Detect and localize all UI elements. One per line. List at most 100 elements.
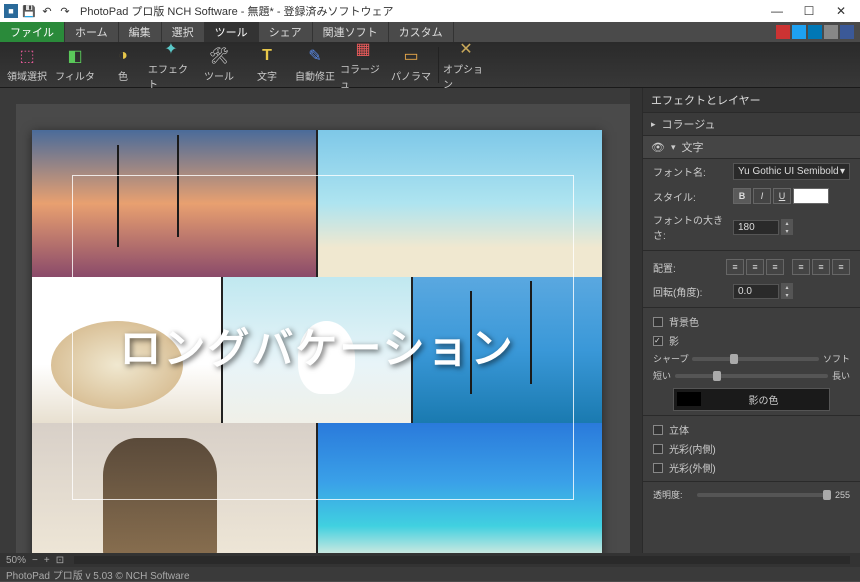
options-icon: ✕ [456, 39, 476, 59]
save-icon[interactable]: 💾 [22, 4, 36, 18]
shadow-checkbox-row[interactable]: 影 [643, 331, 860, 350]
valign-bottom-button[interactable]: ≡ [832, 259, 850, 275]
spin-down[interactable]: ▾ [781, 291, 793, 299]
group-collage[interactable]: ▸ コラージュ [643, 113, 860, 136]
valign-top-button[interactable]: ≡ [792, 259, 810, 275]
slider-max-label: 長い [832, 369, 850, 382]
glow-outer-checkbox-row[interactable]: 光彩(外側) [643, 458, 860, 477]
undo-icon[interactable]: ↶ [40, 4, 54, 18]
tool-options[interactable]: ✕オプション [443, 44, 489, 86]
font-name-label: フォント名: [653, 164, 727, 179]
font-size-input[interactable]: 180 [733, 220, 779, 235]
tab-home[interactable]: ホーム [65, 22, 119, 42]
bgcolor-checkbox-row[interactable]: 背景色 [643, 312, 860, 331]
zoom-fit-button[interactable]: ⊡ [56, 555, 64, 566]
social-icons [776, 22, 860, 42]
selection-box[interactable] [72, 175, 574, 500]
emboss-checkbox-row[interactable]: 立体 [643, 420, 860, 439]
expand-icon: ▸ [651, 119, 656, 130]
group-text[interactable]: 👁 ▾ 文字 [643, 136, 860, 159]
opacity-label: 透明度: [653, 488, 693, 501]
glow-inner-checkbox[interactable] [653, 444, 663, 454]
opacity-slider[interactable] [697, 493, 831, 497]
tool-filter[interactable]: ◧フィルタ [52, 44, 98, 86]
tool-label: オプション [443, 61, 489, 91]
shadow-color-button[interactable]: 影の色 [673, 388, 830, 411]
redo-icon[interactable]: ↷ [58, 4, 72, 18]
align-right-button[interactable]: ≡ [766, 259, 784, 275]
font-size-label: フォントの大きさ: [653, 212, 727, 242]
collage-icon: ▦ [353, 39, 373, 59]
tool-panorama[interactable]: ▭パノラマ [388, 44, 434, 86]
font-name-dropdown[interactable]: Yu Gothic UI Semibold ▾ [733, 163, 850, 180]
tool-tools[interactable]: 🛠ツール [196, 44, 242, 86]
tool-autofix[interactable]: ✎自動修正 [292, 44, 338, 86]
zoom-in-button[interactable]: + [44, 555, 50, 566]
tool-text[interactable]: T 文字 [244, 44, 290, 86]
align-center-button[interactable]: ≡ [746, 259, 764, 275]
tab-custom[interactable]: カスタム [389, 22, 454, 42]
canvas-area[interactable]: ロングバケーション [0, 88, 630, 553]
facebook-icon[interactable] [792, 25, 806, 39]
align-left-button[interactable]: ≡ [726, 259, 744, 275]
spin-up[interactable]: ▴ [781, 283, 793, 291]
text-color-swatch[interactable] [793, 188, 829, 204]
ruler-horizontal [16, 88, 630, 104]
tab-tools[interactable]: ツール [205, 22, 259, 42]
zoom-level: 50% [6, 555, 26, 566]
chevron-down-icon: ▾ [840, 166, 845, 177]
slider-min-label: シャープ [653, 352, 688, 365]
shadow-label: 影 [669, 333, 679, 348]
bgcolor-label: 背景色 [669, 314, 699, 329]
glow-inner-checkbox-row[interactable]: 光彩(内側) [643, 439, 860, 458]
canvas-scrollbar-vertical[interactable] [630, 88, 642, 553]
underline-button[interactable]: U [773, 188, 791, 204]
shadow-softness-slider[interactable] [692, 357, 819, 361]
twitter-icon[interactable] [808, 25, 822, 39]
maximize-button[interactable]: ☐ [794, 1, 824, 21]
linkedin-icon[interactable] [824, 25, 838, 39]
tool-color[interactable]: ◑色 [100, 44, 146, 86]
tool-label: パノラマ [391, 68, 431, 83]
emboss-label: 立体 [669, 422, 689, 437]
autofix-icon: ✎ [305, 46, 325, 66]
like-icon[interactable] [776, 25, 790, 39]
italic-button[interactable]: I [753, 188, 771, 204]
tool-label: フィルタ [55, 68, 95, 83]
ruler-vertical [0, 88, 16, 553]
color-icon: ◑ [113, 46, 133, 66]
tool-label: エフェクト [148, 61, 194, 91]
app-icon: ■ [4, 4, 18, 18]
spin-up[interactable]: ▴ [781, 219, 793, 227]
eye-icon[interactable]: 👁 [651, 141, 665, 154]
canvas[interactable]: ロングバケーション [32, 130, 602, 553]
tab-related[interactable]: 関連ソフト [313, 22, 389, 42]
glow-outer-checkbox[interactable] [653, 463, 663, 473]
emboss-checkbox[interactable] [653, 425, 663, 435]
bold-button[interactable]: B [733, 188, 751, 204]
zoom-out-button[interactable]: − [32, 555, 38, 566]
slider-min-label: 短い [653, 369, 671, 382]
spin-down[interactable]: ▾ [781, 227, 793, 235]
shadow-checkbox[interactable] [653, 336, 663, 346]
tool-region-select[interactable]: ⬚領域選択 [4, 44, 50, 86]
valign-middle-button[interactable]: ≡ [812, 259, 830, 275]
tool-effect[interactable]: ✦エフェクト [148, 44, 194, 86]
tab-edit[interactable]: 編集 [119, 22, 162, 42]
tool-label: 文字 [257, 68, 277, 83]
group-label: 文字 [682, 139, 704, 155]
shadow-length-slider[interactable] [675, 374, 828, 378]
bgcolor-checkbox[interactable] [653, 317, 663, 327]
collapse-icon: ▾ [671, 142, 676, 153]
share-icon[interactable] [840, 25, 854, 39]
tab-file[interactable]: ファイル [0, 22, 65, 42]
minimize-button[interactable]: — [762, 1, 792, 21]
tool-collage[interactable]: ▦コラージュ [340, 44, 386, 86]
horizontal-scrollbar[interactable] [74, 556, 850, 564]
tools-icon: 🛠 [209, 46, 229, 66]
glow-inner-label: 光彩(内側) [669, 441, 716, 456]
text-icon: T [257, 46, 277, 66]
rotate-input[interactable]: 0.0 [733, 284, 779, 299]
tab-share[interactable]: シェア [259, 22, 313, 42]
close-button[interactable]: ✕ [826, 1, 856, 21]
